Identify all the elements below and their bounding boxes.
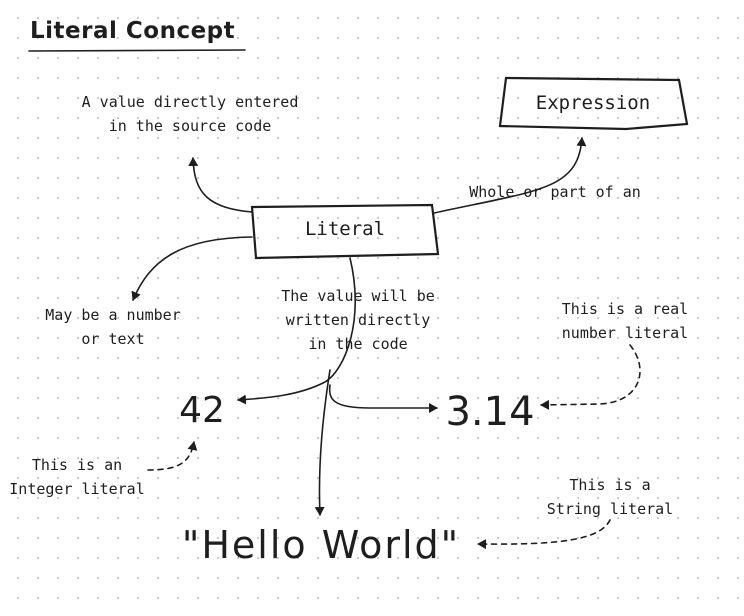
arrow-to-hello-world: [314, 369, 331, 516]
real-literal-note: This is a real number literal: [561, 300, 689, 342]
expression-node-label: Expression: [535, 92, 651, 114]
literal-node-label: Literal: [304, 218, 386, 240]
string-literal-note: This is a String literal: [546, 476, 674, 518]
number-or-text-note: May be a number or text: [45, 306, 181, 348]
title-underline: [28, 49, 246, 52]
dashed-arrow-real: [540, 344, 641, 410]
integer-literal-note: This is an Integer literal: [9, 456, 145, 498]
arrow-to-number-or-text: [131, 236, 253, 301]
arrow-to-definition: [188, 157, 253, 213]
written-directly-note: The value will be written directly in th…: [281, 287, 435, 353]
page-title: Literal Concept: [30, 18, 236, 44]
dashed-arrow-string: [477, 519, 611, 550]
whole-or-part-note: Whole or part of an: [469, 183, 641, 201]
real-example: 3.14: [445, 389, 535, 435]
dashed-arrow-integer: [147, 441, 198, 471]
definition-note: A value directly entered in the source c…: [81, 93, 299, 135]
string-example: "Hello World": [181, 523, 461, 567]
integer-example: 42: [179, 390, 225, 431]
arrow-to-3-14: [328, 384, 438, 413]
